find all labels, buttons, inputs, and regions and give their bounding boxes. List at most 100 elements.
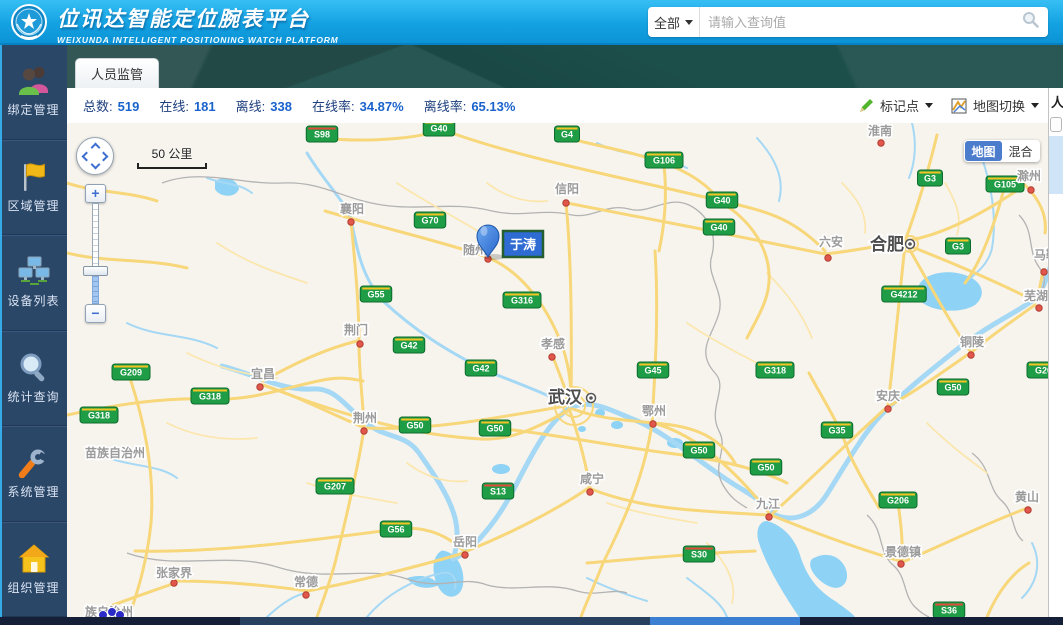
map-city: 黄山	[1015, 489, 1039, 513]
horizontal-scrollbar[interactable]	[0, 617, 1063, 625]
svg-text:荆州: 荆州	[353, 410, 377, 425]
map-canvas[interactable]: S98G40G4G106G3G105G40G40G3G70G4212G55G31…	[67, 123, 1048, 617]
svg-text:九江: 九江	[755, 496, 780, 511]
zoom-slider-fill	[92, 276, 99, 304]
map-road-badge: S98	[306, 126, 338, 142]
zoom-in-button[interactable]: +	[85, 184, 106, 203]
map-switch-dropdown[interactable]: 地图切换	[951, 96, 1039, 115]
svg-text:安庆: 安庆	[876, 388, 900, 403]
svg-text:咸宁: 咸宁	[580, 471, 604, 486]
search-icon[interactable]	[1022, 11, 1039, 33]
map-city: 孝感	[540, 336, 565, 360]
map-city: 安庆	[876, 388, 900, 412]
global-search: 全部	[648, 7, 1048, 37]
chevron-down-icon	[1031, 103, 1039, 112]
svg-text:S30: S30	[691, 550, 707, 560]
svg-text:S98: S98	[314, 130, 330, 140]
scrollbar-segment	[240, 617, 650, 625]
marker-point-label: 标记点	[880, 96, 919, 115]
right-panel-collapsed[interactable]: 人	[1048, 88, 1063, 617]
sidebar-item-devices[interactable]: 设备列表	[0, 235, 67, 331]
app-title: 位讯达智能定位腕表平台	[57, 3, 339, 33]
svg-text:S13: S13	[490, 487, 506, 497]
svg-text:G56: G56	[387, 525, 404, 535]
flag-icon	[17, 161, 51, 192]
pan-up-icon[interactable]	[91, 143, 101, 153]
map-road-badge: G207	[316, 478, 354, 494]
sidebar-item-label: 系统管理	[7, 483, 59, 500]
sidebar-item-label: 设备列表	[7, 292, 59, 309]
svg-text:G55: G55	[367, 290, 384, 300]
map-road-badge: G50	[399, 417, 431, 433]
devices-icon	[16, 256, 52, 287]
map-type-map-button[interactable]: 地图	[965, 141, 1002, 161]
map-road-badge: G4	[555, 126, 580, 142]
svg-text:G4212: G4212	[890, 290, 917, 300]
pan-right-icon[interactable]	[99, 152, 109, 162]
svg-text:G50: G50	[406, 421, 423, 431]
search-category-value: 全部	[654, 13, 680, 32]
map-road-badge: G50	[683, 442, 715, 458]
svg-text:S36: S36	[941, 606, 957, 616]
map-city: 芜湖	[1024, 288, 1048, 311]
person-marker-label[interactable]: 于涛	[503, 231, 543, 257]
pan-down-icon[interactable]	[91, 160, 101, 170]
pan-left-icon[interactable]	[82, 152, 92, 162]
header: 位讯达智能定位腕表平台 WEIXUNDA INTELLIGENT POSITIO…	[0, 0, 1063, 45]
search-input[interactable]	[700, 15, 1013, 30]
svg-text:孝感: 孝感	[540, 336, 565, 351]
map-switch-label: 地图切换	[973, 96, 1025, 115]
svg-text:G70: G70	[421, 216, 438, 226]
map-road-badge: G318	[756, 362, 794, 378]
sidebar-item-organization[interactable]: 组织管理	[0, 522, 67, 618]
svg-text:G3: G3	[952, 242, 964, 252]
sidebar-item-binding[interactable]: 绑定管理	[0, 45, 67, 140]
zoom-out-button[interactable]: −	[85, 304, 106, 323]
map-type-hybrid-button[interactable]: 混合	[1002, 141, 1039, 161]
svg-text:G40: G40	[713, 196, 730, 206]
map-city: 淮南	[868, 123, 892, 146]
sidebar-item-label: 绑定管理	[7, 101, 59, 118]
map-road-badge: G4212	[882, 286, 927, 302]
map-city: 马鞍	[1034, 247, 1048, 275]
map-road-badge: G3	[946, 238, 971, 254]
map-road-badge: G55	[360, 286, 392, 302]
map-city: 苗族自治州	[85, 445, 145, 460]
svg-text:滁州: 滁州	[1017, 168, 1041, 183]
brand-block: 位讯达智能定位腕表平台 WEIXUNDA INTELLIGENT POSITIO…	[57, 3, 339, 45]
sidebar-item-region[interactable]: 区域管理	[0, 140, 67, 236]
stat-offline-rate: 离线率:65.13%	[424, 96, 516, 115]
home-icon	[17, 543, 51, 574]
app-subtitle: WEIXUNDA INTELLIGENT POSITIONING WATCH P…	[57, 35, 339, 45]
svg-text:六安: 六安	[819, 234, 843, 249]
marker-point-dropdown[interactable]: 标记点	[858, 96, 933, 115]
svg-text:张家界: 张家界	[156, 565, 192, 580]
sidebar-item-system[interactable]: 系统管理	[0, 426, 67, 522]
map-road-badge: G70	[414, 212, 446, 228]
map-road-badge: G106	[645, 152, 683, 168]
search-category-select[interactable]: 全部	[648, 7, 700, 37]
users-icon	[16, 65, 52, 96]
svg-text:G40: G40	[430, 124, 447, 134]
map-road-badge: G35	[821, 422, 853, 438]
map-pan-control[interactable]	[76, 137, 114, 175]
zoom-slider-handle[interactable]	[83, 266, 108, 276]
map-road-badge: G50	[479, 420, 511, 436]
scrollbar-thumb[interactable]	[650, 617, 800, 625]
sidebar-item-label: 区域管理	[7, 197, 59, 214]
svg-text:景德镇: 景德镇	[885, 544, 921, 559]
tab-personnel-monitoring[interactable]: 人员监管	[75, 58, 159, 88]
map-road-badge: G3	[918, 170, 943, 186]
svg-text:G42: G42	[472, 364, 489, 374]
svg-text:G105: G105	[994, 180, 1016, 190]
svg-text:铜陵: 铜陵	[960, 334, 985, 349]
svg-text:G206: G206	[887, 496, 909, 506]
map-city: 铜陵	[960, 334, 985, 358]
sidebar-item-statistics[interactable]: 统计查询	[0, 331, 67, 427]
map-svg: S98G40G4G106G3G105G40G40G3G70G4212G55G31…	[67, 123, 1048, 617]
svg-text:G35: G35	[828, 426, 845, 436]
svg-text:G3: G3	[924, 174, 936, 184]
svg-text:宜昌: 宜昌	[251, 366, 275, 381]
svg-text:荆门: 荆门	[344, 322, 368, 337]
map-road-badge: G50	[937, 379, 969, 395]
